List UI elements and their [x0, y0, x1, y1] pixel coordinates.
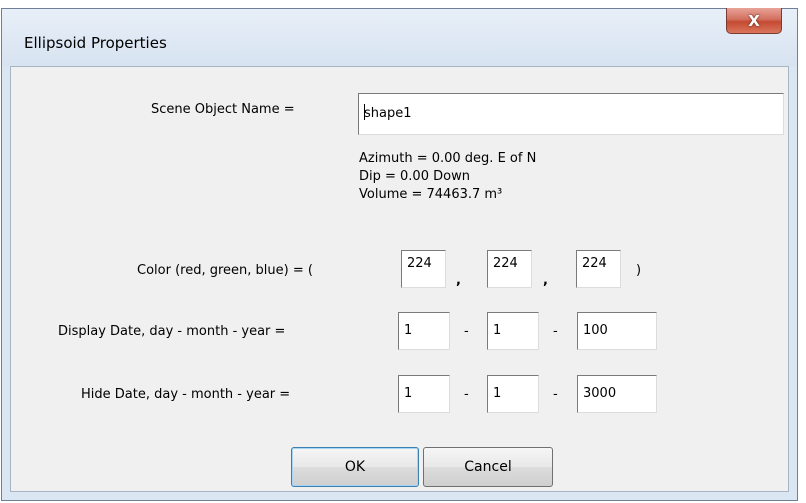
- hide-date-month-input[interactable]: 1: [487, 375, 539, 413]
- color-close-paren: ): [636, 263, 642, 278]
- azimuth-text: Azimuth = 0.00 deg. E of N: [359, 151, 537, 166]
- display-date-sep-2: -: [553, 324, 558, 339]
- hide-date-sep-1: -: [464, 387, 469, 402]
- ok-button[interactable]: OK: [291, 447, 419, 487]
- display-date-day-input[interactable]: 1: [398, 312, 450, 350]
- hide-date-year-input[interactable]: 3000: [577, 375, 657, 413]
- color-blue-input[interactable]: 224: [576, 250, 621, 288]
- display-date-year-input[interactable]: 100: [577, 312, 657, 350]
- dip-text: Dip = 0.00 Down: [359, 169, 470, 184]
- close-button[interactable]: X: [726, 8, 782, 34]
- hide-date-day-input[interactable]: 1: [398, 375, 450, 413]
- scene-object-name-value: shape1: [364, 106, 412, 121]
- ellipsoid-properties-dialog: Ellipsoid Properties X Scene Object Name…: [1, 8, 798, 501]
- color-green-input[interactable]: 224: [487, 250, 532, 288]
- display-date-sep-1: -: [464, 324, 469, 339]
- cancel-button[interactable]: Cancel: [423, 447, 553, 487]
- volume-text: Volume = 74463.7 m³: [359, 187, 503, 202]
- display-date-month-input[interactable]: 1: [487, 312, 539, 350]
- color-comma-1: ,: [456, 273, 461, 288]
- hide-date-label: Hide Date, day - month - year =: [81, 387, 291, 402]
- scene-object-name-input[interactable]: shape1: [358, 93, 784, 135]
- color-red-input[interactable]: 224: [401, 250, 446, 288]
- color-label: Color (red, green, blue) = (: [137, 263, 313, 278]
- close-icon: X: [748, 11, 760, 30]
- title-bar[interactable]: Ellipsoid Properties X: [2, 8, 797, 66]
- color-comma-2: ,: [543, 273, 548, 288]
- display-date-label: Display Date, day - month - year =: [58, 324, 286, 339]
- scene-object-name-label: Scene Object Name =: [151, 102, 295, 117]
- dialog-body: Scene Object Name = shape1 Azimuth = 0.0…: [10, 66, 789, 492]
- window-title: Ellipsoid Properties: [24, 34, 167, 52]
- hide-date-sep-2: -: [553, 387, 558, 402]
